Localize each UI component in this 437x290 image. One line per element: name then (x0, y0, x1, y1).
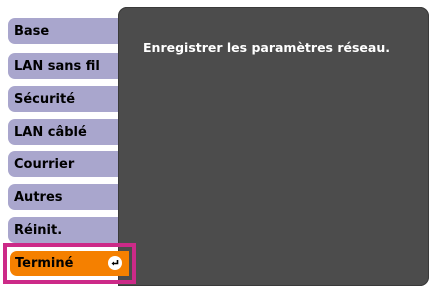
tab-base[interactable]: Base (8, 18, 126, 44)
done-label: Terminé (15, 256, 74, 271)
tab-label: Courrier (14, 156, 75, 172)
tab-label: Réinit. (14, 222, 63, 238)
tab-label: LAN câblé (14, 124, 87, 140)
tab-wireless-lan[interactable]: LAN sans fil (8, 53, 126, 79)
tab-wired-lan[interactable]: LAN câblé (8, 119, 126, 145)
content-message: Enregistrer les paramètres réseau. (143, 40, 390, 55)
content-panel: Enregistrer les paramètres réseau. (118, 7, 429, 286)
tab-security[interactable]: Sécurité (8, 86, 126, 112)
enter-icon (108, 256, 122, 270)
tab-label: Base (14, 23, 50, 39)
tab-label: Sécurité (14, 91, 76, 107)
done-button[interactable]: Terminé (10, 251, 129, 276)
tab-others[interactable]: Autres (8, 184, 126, 210)
tab-mail[interactable]: Courrier (8, 151, 126, 177)
network-settings-menu: Base LAN sans fil Sécurité LAN câblé Cou… (0, 0, 437, 290)
tab-reset[interactable]: Réinit. (8, 217, 126, 243)
tab-label: LAN sans fil (14, 58, 100, 74)
tab-label: Autres (14, 189, 63, 205)
